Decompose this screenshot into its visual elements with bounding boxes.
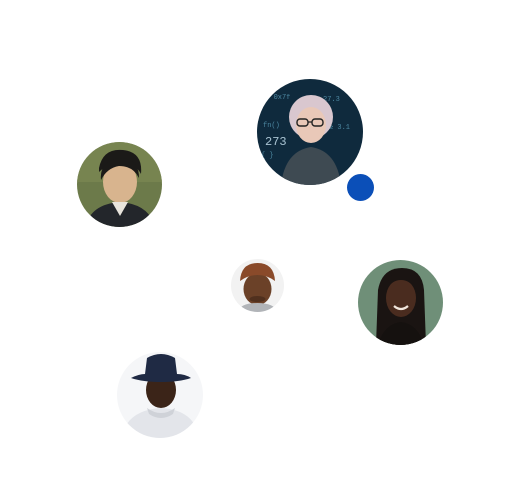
avatar-man-bucket-hat[interactable] [117, 352, 203, 438]
svg-text:273: 273 [265, 135, 287, 149]
avatar-image: 01 0x7f 27.3 fn() ≥ 3.1 { } 273 [257, 79, 363, 185]
avatar-man-dark-hair[interactable] [77, 142, 162, 227]
svg-text:01 0x7f: 01 0x7f [261, 94, 290, 102]
avatar-image [77, 142, 162, 227]
online-status-dot [347, 174, 374, 201]
svg-text:{ }: { } [261, 152, 274, 160]
avatar-image [358, 260, 443, 345]
avatar-image [117, 352, 203, 438]
avatar-person-glasses[interactable]: 01 0x7f 27.3 fn() ≥ 3.1 { } 273 [257, 79, 363, 185]
svg-text:fn(): fn() [263, 122, 280, 130]
avatar-woman-braids[interactable] [358, 260, 443, 345]
svg-text:≥ 3.1: ≥ 3.1 [329, 124, 350, 132]
avatar-man-beanie[interactable] [231, 259, 284, 312]
avatar-image [231, 259, 284, 312]
